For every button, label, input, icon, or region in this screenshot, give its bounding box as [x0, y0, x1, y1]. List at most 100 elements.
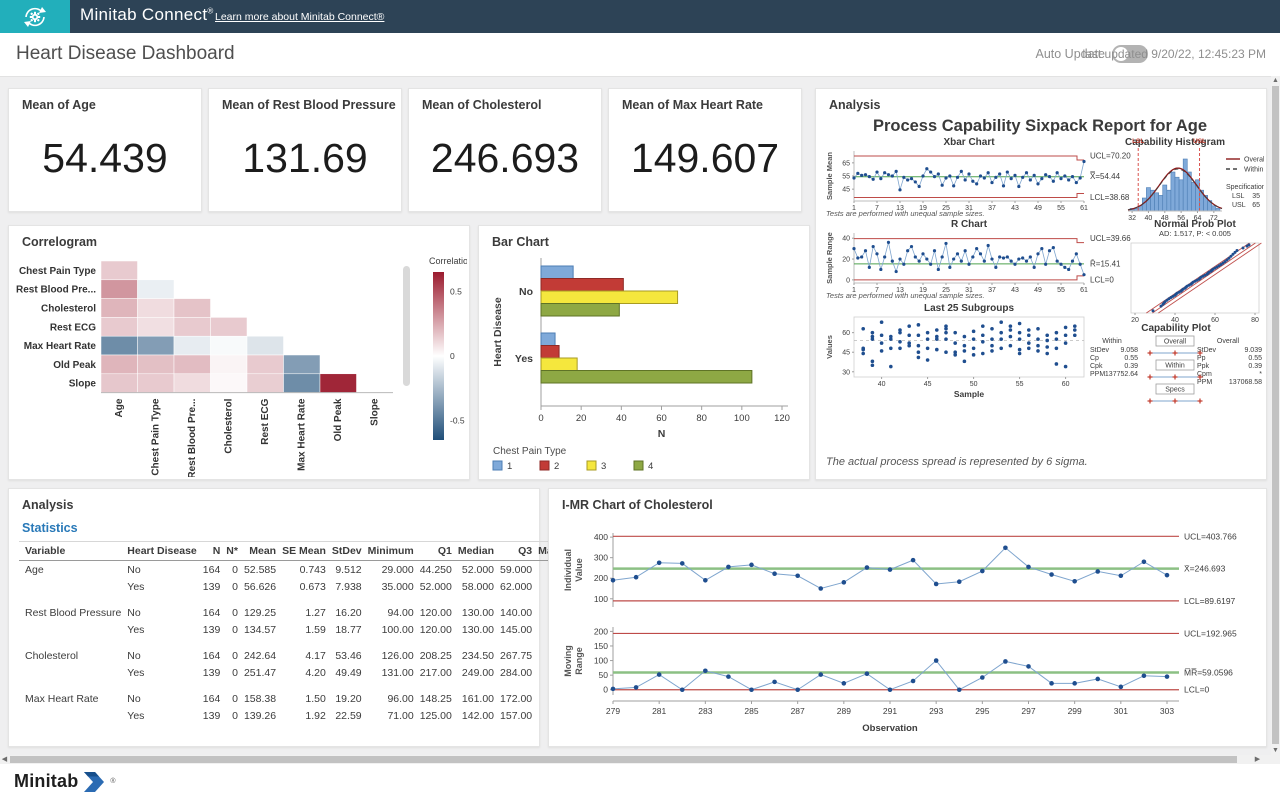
svg-text:UCL=70.20: UCL=70.20 — [1090, 152, 1131, 161]
svg-text:UCL=192.965: UCL=192.965 — [1184, 628, 1237, 638]
svg-text:Within: Within — [1102, 338, 1122, 345]
svg-text:StDev: StDev — [1090, 347, 1110, 354]
stats-column-header: Mean — [238, 542, 276, 561]
svg-text:55: 55 — [1057, 205, 1065, 212]
svg-text:80: 80 — [1251, 317, 1259, 324]
svg-text:37: 37 — [988, 205, 996, 212]
svg-text:400: 400 — [594, 532, 608, 542]
kpi-value: 131.69 — [209, 135, 401, 182]
kpi-value: 54.439 — [9, 135, 201, 182]
svg-text:45: 45 — [924, 381, 932, 388]
svg-text:40: 40 — [1145, 215, 1153, 222]
scroll-left-arrow-icon[interactable]: ◀ — [0, 755, 9, 764]
svg-text:Xbar Chart: Xbar Chart — [943, 137, 995, 148]
scroll-down-arrow-icon[interactable]: ▼ — [1271, 746, 1280, 755]
stats-column-header: Q3 — [494, 542, 532, 561]
svg-text:100: 100 — [734, 413, 750, 424]
horizontal-scrollbar-thumb[interactable] — [10, 756, 1237, 763]
kpi-title: Mean of Age — [22, 98, 96, 112]
svg-text:299: 299 — [1068, 706, 1082, 716]
vertical-scrollbar[interactable]: ▲ ▼ — [1271, 76, 1280, 755]
svg-text:60: 60 — [1062, 381, 1070, 388]
svg-text:PPM: PPM — [1197, 379, 1212, 386]
statistics-link[interactable]: Statistics — [22, 521, 78, 535]
table-spacer-row — [19, 681, 587, 690]
table-row: Rest Blood PressureNo1640129.251.2716.20… — [19, 604, 587, 621]
svg-text:60: 60 — [1211, 317, 1219, 324]
svg-text:Cholesterol: Cholesterol — [41, 304, 96, 315]
correlogram-scrollbar-thumb[interactable] — [403, 266, 410, 386]
svg-text:X̿=54.44: X̿=54.44 — [1090, 172, 1121, 181]
svg-text:40: 40 — [878, 381, 886, 388]
kpi-card-mean-rest-bp: Mean of Rest Blood Pressure 131.69 — [208, 88, 402, 212]
svg-text:Chest Pain Type: Chest Pain Type — [19, 266, 96, 277]
svg-text:0: 0 — [603, 685, 608, 695]
bar-chart-card: Bar Chart NoYes020406080100120NHeart Dis… — [478, 225, 810, 480]
svg-text:0: 0 — [450, 351, 455, 361]
stats-column-header: SE Mean — [276, 542, 326, 561]
svg-text:-0.5: -0.5 — [450, 416, 465, 426]
svg-text:Rest Blood Pre...: Rest Blood Pre... — [187, 398, 198, 477]
kpi-value: 246.693 — [409, 135, 601, 182]
footer-registered-mark: ® — [110, 778, 115, 785]
svg-text:Heart Disease: Heart Disease — [492, 297, 504, 367]
bar-chart: NoYes020406080100120NHeart DiseaseChest … — [479, 226, 807, 477]
svg-text:USL: USL — [1193, 138, 1206, 145]
page-title: Heart Disease Dashboard — [16, 43, 235, 65]
svg-text:The actual process spread is r: The actual process spread is represented… — [826, 456, 1088, 468]
imr-chart-title: I-MR Chart of Cholesterol — [562, 498, 713, 512]
kpi-card-mean-age: Mean of Age 54.439 — [8, 88, 202, 212]
svg-text:43: 43 — [1011, 205, 1019, 212]
imr-chart: 100200300400UCL=403.766X̄=246.693LCL=89.… — [555, 515, 1260, 741]
svg-text:LCL=0: LCL=0 — [1184, 685, 1210, 695]
statistics-table: VariableHeart DiseaseNN*MeanSE MeanStDev… — [19, 541, 587, 724]
svg-text:55: 55 — [1057, 287, 1065, 294]
svg-text:137068.58: 137068.58 — [1229, 379, 1262, 386]
svg-text:55: 55 — [842, 174, 850, 181]
kpi-card-mean-cholesterol: Mean of Cholesterol 246.693 — [408, 88, 602, 212]
svg-text:Last 25 Subgroups: Last 25 Subgroups — [924, 303, 1014, 314]
scroll-up-arrow-icon[interactable]: ▲ — [1271, 76, 1280, 85]
horizontal-scrollbar[interactable]: ◀ ▶ — [0, 755, 1280, 764]
correlogram-heatmap: Chest Pain Type Rest Blood Pre... Choleste… — [9, 226, 467, 477]
svg-text:0: 0 — [538, 413, 543, 424]
top-navbar: Minitab Connect® Learn more about Minita… — [0, 0, 1280, 33]
footer-brand-text: Minitab — [14, 771, 78, 792]
imr-chart-card: I-MR Chart of Cholesterol 100200300400UC… — [548, 488, 1267, 747]
svg-text:40: 40 — [616, 413, 627, 424]
svg-text:LSL: LSL — [1132, 138, 1144, 145]
scroll-right-arrow-icon[interactable]: ▶ — [1253, 755, 1262, 764]
svg-text:Specs: Specs — [1165, 387, 1185, 394]
svg-text:61: 61 — [1080, 205, 1088, 212]
svg-text:Tests are performed with unequ: Tests are performed with unequal sample … — [826, 291, 985, 300]
table-row: Yes139056.6260.6737.93835.00052.00058.00… — [19, 578, 587, 595]
svg-text:Yes: Yes — [515, 353, 533, 365]
svg-text:200: 200 — [594, 626, 608, 636]
table-row: Max Heart RateNo1640158.381.5019.2096.00… — [19, 690, 587, 707]
learn-more-link[interactable]: Learn more about Minitab Connect® — [215, 11, 384, 23]
svg-text:X̄=246.693: X̄=246.693 — [1184, 564, 1226, 574]
svg-text:Specifications: Specifications — [1226, 184, 1264, 191]
svg-text:45: 45 — [842, 350, 850, 357]
svg-text:Rest Blood Pre...: Rest Blood Pre... — [16, 285, 96, 296]
svg-text:301: 301 — [1114, 706, 1128, 716]
vertical-scrollbar-thumb[interactable] — [1272, 86, 1279, 744]
svg-text:150: 150 — [594, 641, 608, 651]
minitab-connect-logo[interactable] — [0, 0, 70, 33]
svg-text:UCL=39.66: UCL=39.66 — [1090, 234, 1131, 243]
last-updated-text: last updated 9/20/22, 12:45:23 PM — [1083, 47, 1266, 61]
svg-text:AD: 1.517, P: < 0.005: AD: 1.517, P: < 0.005 — [1159, 229, 1231, 238]
stats-column-header: Variable — [19, 542, 121, 561]
table-row: CholesterolNo1640242.644.1753.46126.0020… — [19, 647, 587, 664]
svg-text:R̄=15.41: R̄=15.41 — [1090, 259, 1121, 268]
kpi-title: Mean of Cholesterol — [422, 98, 541, 112]
svg-text:UCL=403.766: UCL=403.766 — [1184, 531, 1237, 541]
svg-text:289: 289 — [837, 706, 851, 716]
svg-text:USL: USL — [1232, 202, 1246, 209]
stats-column-header: N — [197, 542, 221, 561]
svg-text:Slope: Slope — [370, 398, 381, 426]
svg-text:Old Peak: Old Peak — [333, 398, 344, 441]
stats-column-header: Minimum — [362, 542, 414, 561]
svg-text:32: 32 — [1128, 215, 1136, 222]
svg-text:30: 30 — [842, 369, 850, 376]
